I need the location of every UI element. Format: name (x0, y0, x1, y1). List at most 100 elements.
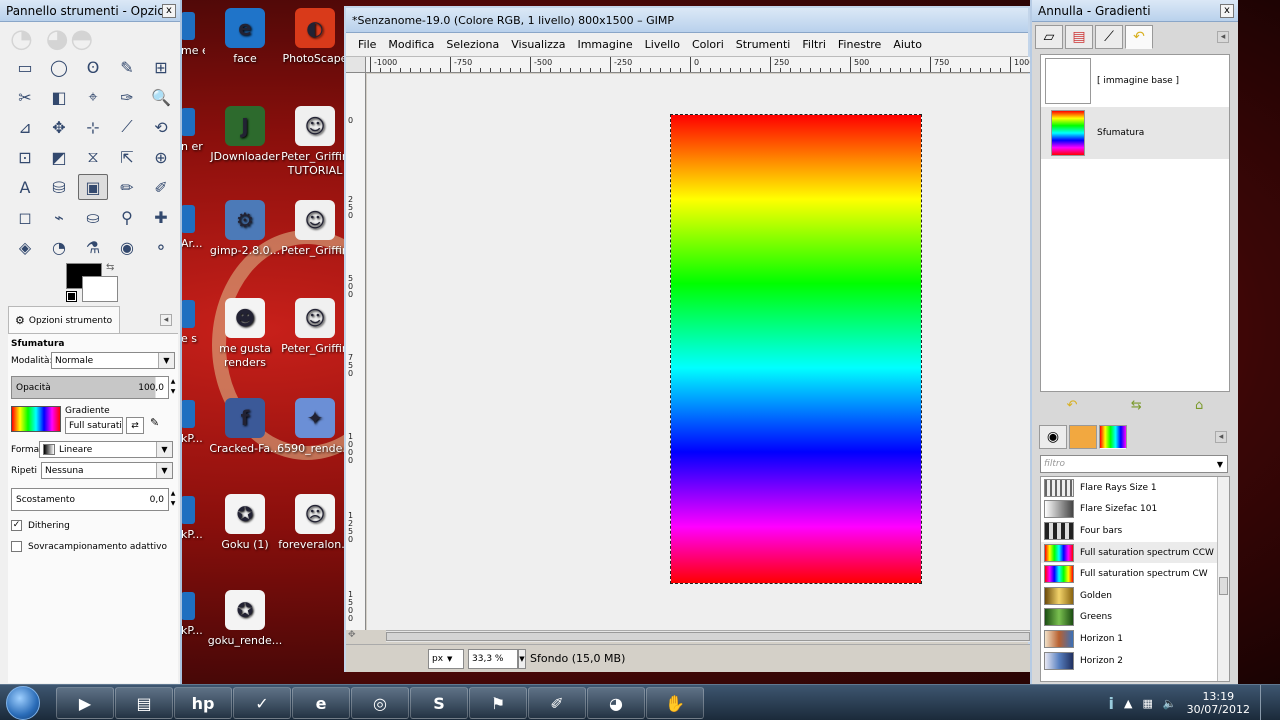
reverse-gradient-button[interactable]: ⇄ (126, 417, 144, 434)
menu-item[interactable]: Colori (692, 38, 724, 51)
start-button[interactable] (6, 686, 40, 720)
desktop-icon-partial[interactable]: me er (181, 12, 205, 58)
clock[interactable]: 13:19 30/07/2012 (1187, 690, 1250, 716)
image-canvas[interactable] (670, 114, 922, 584)
network-icon[interactable]: ▦ (1142, 697, 1152, 710)
tool-icon[interactable]: ⧖ (76, 142, 110, 172)
vertical-ruler[interactable]: 0 250 500 750 1000 1250 1500 (346, 73, 366, 630)
tool-icon[interactable]: ✂ (8, 82, 42, 112)
menu-item[interactable]: Aiuto (893, 38, 922, 51)
canvas-area[interactable] (367, 74, 1030, 630)
horizontal-scrollbar[interactable] (386, 630, 1030, 642)
desktop-icon-partial[interactable]: kP... (181, 496, 205, 542)
tab-brushes-icon[interactable]: ◉ (1039, 425, 1067, 449)
supersample-checkbox[interactable] (11, 541, 22, 552)
desktop-icon[interactable]: ✪ goku_rende... (202, 590, 288, 648)
menu-item[interactable]: Seleziona (446, 38, 499, 51)
tool-icon[interactable]: ◻ (8, 202, 42, 232)
gradient-list-item[interactable]: Flare Rays Size 1 (1041, 477, 1229, 499)
gradient-list-item[interactable]: Golden (1041, 585, 1229, 607)
gradient-list-item[interactable]: Full saturation spectrum CCW (1041, 541, 1229, 564)
tool-icon[interactable]: ◧ (42, 82, 76, 112)
tool-icon[interactable]: ⇱ (110, 142, 144, 172)
tool-icon[interactable]: ⚗ (76, 232, 110, 262)
tab-tool-options[interactable]: ⚙ Opzioni strumento (8, 306, 120, 334)
tool-icon[interactable]: ⌖ (76, 82, 110, 112)
gradient-list-item[interactable]: Flare Sizefac 101 (1041, 499, 1229, 521)
tab-channels-icon[interactable]: ▤ (1065, 25, 1093, 49)
taskbar-app-button[interactable]: ✐ (528, 687, 586, 719)
menu-item[interactable]: Finestre (838, 38, 881, 51)
gradient-list-item[interactable]: Greens (1041, 607, 1229, 629)
expand-tray-icon[interactable]: ▲ (1124, 697, 1132, 710)
image-window-titlebar[interactable]: *Senzanome-19.0 (Colore RGB, 1 livello) … (346, 8, 1028, 33)
tool-icon[interactable]: ✏ (110, 172, 144, 202)
dithering-checkbox[interactable]: ✓ (11, 520, 22, 531)
ruler-corner[interactable] (346, 57, 366, 73)
offset-spinner-icon[interactable]: ▲ ▼ (169, 489, 177, 510)
toolbox-titlebar[interactable]: Pannello strumenti - Opzioni ... x (0, 0, 180, 22)
swap-colors-icon[interactable]: ⇆ (106, 262, 114, 273)
desktop-icon-partial[interactable]: kP... (181, 400, 205, 446)
repeat-select[interactable]: Nessuna ▼ (41, 462, 173, 479)
tool-icon[interactable]: ✐ (144, 172, 178, 202)
scrollbar-thumb[interactable] (386, 632, 1030, 641)
tool-icon[interactable]: ⊡ (8, 142, 42, 172)
menu-item[interactable]: Modifica (388, 38, 434, 51)
tool-icon[interactable]: ◈ (8, 232, 42, 262)
tool-icon[interactable]: ⊞ (144, 52, 178, 82)
taskbar-app-button[interactable]: hp (174, 687, 232, 719)
reset-colors-icon[interactable] (66, 291, 77, 302)
tab-layers-icon[interactable]: ▱ (1035, 25, 1063, 49)
close-icon[interactable]: x (1220, 3, 1234, 18)
unit-select[interactable]: px ▼ (428, 648, 464, 669)
close-icon[interactable]: x (162, 3, 176, 18)
tool-icon[interactable]: ◯ (42, 52, 76, 82)
edit-gradient-icon[interactable]: ✎ (150, 416, 159, 429)
gradient-list-item[interactable]: Four bars (1041, 520, 1229, 542)
taskbar-app-button[interactable]: ✋ (646, 687, 704, 719)
zoom-select[interactable]: 33,3 % (468, 648, 518, 669)
offset-slider[interactable]: Scostamento 0,0 ▲ ▼ (11, 488, 175, 511)
taskbar-app-button[interactable]: ✓ (233, 687, 291, 719)
menu-item[interactable]: Visualizza (511, 38, 565, 51)
clear-history-icon[interactable]: ⌂ (1195, 398, 1203, 413)
background-color-swatch[interactable] (82, 276, 118, 302)
redo-icon[interactable]: ⇆ (1131, 398, 1142, 413)
desktop-icon-partial[interactable]: n er (181, 108, 205, 154)
gradient-list-item[interactable]: Horizon 2 (1041, 650, 1229, 672)
tab-paths-icon[interactable]: ⟋ (1095, 25, 1123, 49)
tool-icon[interactable]: ⊹ (76, 112, 110, 142)
scrollbar-thumb[interactable] (1219, 577, 1228, 595)
menu-item[interactable]: Livello (645, 38, 680, 51)
show-desktop-button[interactable] (1260, 685, 1270, 720)
menu-item[interactable]: Strumenti (736, 38, 791, 51)
undo-icon[interactable]: ↶ (1067, 398, 1078, 413)
tab-gradients-icon[interactable] (1099, 425, 1127, 449)
desktop-icon-partial[interactable]: kP... (181, 592, 205, 638)
tool-icon[interactable]: ⚲ (110, 202, 144, 232)
tab-undo-history-icon[interactable]: ↶ (1125, 25, 1153, 49)
taskbar-app-button[interactable]: S (410, 687, 468, 719)
taskbar-app-button[interactable]: ◕ (587, 687, 645, 719)
tool-icon[interactable]: A (8, 172, 42, 202)
tab-menu-icon[interactable]: ◂ (1215, 431, 1227, 443)
menu-item[interactable]: Filtri (802, 38, 826, 51)
taskbar-app-button[interactable]: e (292, 687, 350, 719)
shape-select[interactable]: Lineare ▼ (39, 441, 173, 458)
history-item-base[interactable]: [ immagine base ] (1041, 55, 1229, 107)
navigate-icon[interactable]: ✥ (348, 630, 366, 642)
taskbar-app-button[interactable]: ▤ (115, 687, 173, 719)
gradient-filter-select[interactable]: filtro ▼ (1040, 455, 1228, 473)
tool-icon[interactable]: ▭ (8, 52, 42, 82)
horizontal-ruler[interactable]: -1000 -750 -500 -250 0 250 500 750 1000 (366, 57, 1030, 73)
taskbar-app-button[interactable]: ⚑ (469, 687, 527, 719)
tool-icon[interactable]: ▣ (78, 174, 108, 200)
tool-icon[interactable]: ◉ (110, 232, 144, 262)
tab-menu-icon[interactable]: ◂ (160, 314, 172, 326)
tool-icon[interactable]: ⊕ (144, 142, 178, 172)
menu-item[interactable]: File (358, 38, 376, 51)
opacity-slider[interactable]: Opacità 100,0 ▲ ▼ (11, 376, 175, 399)
info-icon[interactable]: i (1109, 694, 1114, 713)
tool-icon[interactable]: ʘ (76, 52, 110, 82)
